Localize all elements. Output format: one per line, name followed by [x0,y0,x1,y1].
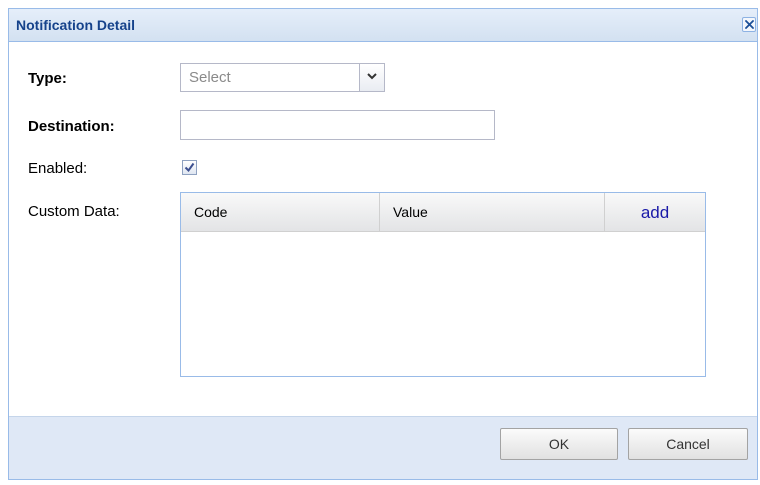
custom-data-grid: Code Value add [180,192,706,377]
type-label: Type: [28,70,67,87]
add-row-link[interactable]: add [605,203,705,223]
dialog-title: Notification Detail [16,17,136,33]
grid-column-add: add [605,193,705,231]
grid-column-code-label: Code [194,204,228,220]
type-select-trigger[interactable] [359,64,384,91]
grid-body [181,232,705,376]
chevron-down-icon [367,73,377,80]
close-icon [745,20,754,29]
destination-input[interactable] [180,110,495,140]
type-select[interactable]: Select [180,63,385,92]
grid-column-code[interactable]: Code [181,193,380,231]
custom-data-label: Custom Data: [28,203,120,220]
dialog-titlebar: Notification Detail [9,9,757,42]
cancel-button[interactable]: Cancel [628,428,748,460]
type-select-value: Select [189,69,231,86]
ok-button[interactable]: OK [500,428,618,460]
grid-column-value-label: Value [393,204,428,220]
destination-label: Destination: [28,118,115,135]
check-icon [184,162,195,173]
close-button[interactable] [742,17,756,32]
enabled-label: Enabled: [28,160,88,177]
grid-column-value[interactable]: Value [380,193,605,231]
grid-header: Code Value add [181,193,705,232]
enabled-checkbox[interactable] [182,160,197,175]
